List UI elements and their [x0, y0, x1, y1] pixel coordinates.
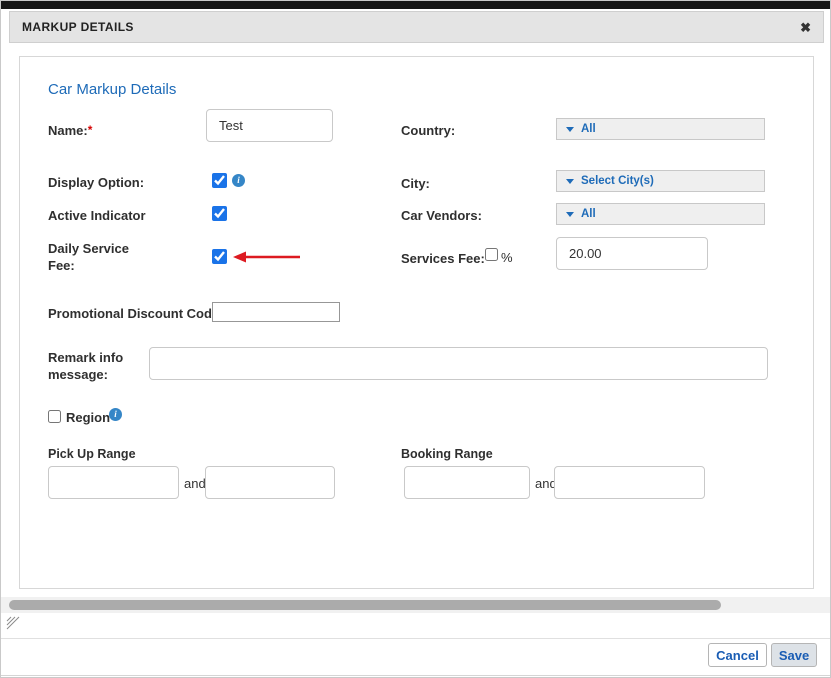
remark-label: Remark info message: — [48, 350, 124, 382]
chevron-down-icon — [566, 178, 574, 184]
city-selected-value: Select City(s) — [581, 175, 654, 187]
booking-range-label: Booking Range — [401, 447, 493, 461]
close-icon[interactable]: ✖ — [800, 21, 811, 34]
display-option-checkbox[interactable] — [212, 173, 227, 188]
markup-details-modal: MARKUP DETAILS ✖ Car Markup Details Name… — [0, 0, 831, 678]
pick-up-range-label: Pick Up Range — [48, 447, 136, 461]
city-dropdown[interactable]: Select City(s) — [556, 170, 765, 192]
red-arrow-annotation — [233, 251, 300, 263]
country-selected-value: All — [581, 123, 596, 135]
chevron-down-icon — [566, 211, 574, 217]
footer-divider — [1, 638, 830, 639]
info-icon[interactable]: i — [232, 174, 245, 187]
daily-service-fee-checkbox[interactable] — [212, 249, 227, 264]
percent-label: % — [501, 250, 513, 265]
services-fee-label: Services Fee: — [401, 251, 485, 266]
cancel-button[interactable]: Cancel — [708, 643, 767, 667]
car-vendors-label: Car Vendors: — [401, 208, 482, 223]
daily-service-fee-label: Daily Service Fee: — [48, 241, 129, 273]
city-label: City: — [401, 176, 430, 191]
name-label: Name:* — [48, 123, 93, 138]
modal-header: MARKUP DETAILS ✖ — [9, 11, 824, 43]
country-label: Country: — [401, 123, 456, 138]
booking-range-from-input[interactable] — [404, 466, 530, 499]
services-fee-input[interactable] — [556, 237, 708, 270]
chevron-down-icon — [566, 126, 574, 132]
car-vendors-selected-value: All — [581, 208, 596, 220]
save-button[interactable]: Save — [771, 643, 817, 667]
horizontal-scrollbar-thumb[interactable] — [9, 600, 721, 610]
promo-code-label: Promotional Discount Code: — [48, 306, 224, 321]
name-input[interactable] — [206, 109, 333, 142]
active-indicator-checkbox[interactable] — [212, 206, 227, 221]
info-icon[interactable]: i — [109, 408, 122, 421]
resize-grip-icon[interactable] — [6, 616, 20, 630]
remark-input[interactable] — [149, 347, 768, 380]
background-page-strip — [1, 1, 830, 9]
and-label: and — [184, 476, 206, 491]
pick-up-range-from-input[interactable] — [48, 466, 179, 499]
form-heading: Car Markup Details — [48, 81, 177, 98]
modal-bottom-border — [1, 675, 830, 676]
car-vendors-dropdown[interactable]: All — [556, 203, 765, 225]
pick-up-range-to-input[interactable] — [205, 466, 335, 499]
active-indicator-label: Active Indicator — [48, 208, 146, 223]
promo-code-input[interactable] — [212, 302, 340, 322]
region-checkbox[interactable] — [48, 410, 61, 423]
region-label: Region — [66, 410, 111, 425]
services-fee-percent-checkbox[interactable] — [485, 248, 498, 261]
modal-title: MARKUP DETAILS — [22, 20, 134, 34]
booking-range-to-input[interactable] — [554, 466, 705, 499]
display-option-label: Display Option: — [48, 175, 145, 190]
country-dropdown[interactable]: All — [556, 118, 765, 140]
required-asterisk: * — [87, 123, 93, 137]
